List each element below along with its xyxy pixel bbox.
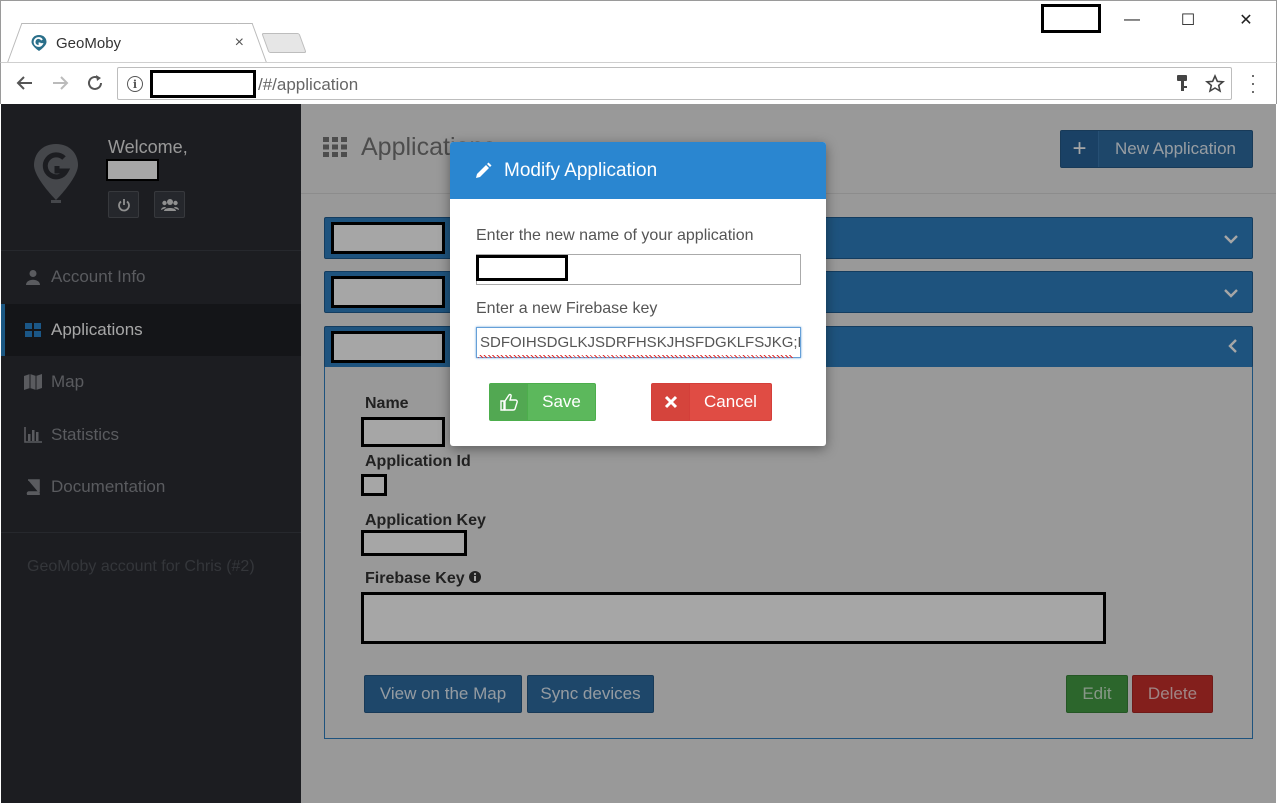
url-path: /#/application bbox=[258, 75, 359, 94]
browser-tab[interactable]: GeoMoby × bbox=[21, 23, 253, 63]
bookmark-star-icon[interactable] bbox=[1205, 74, 1225, 94]
pencil-icon bbox=[476, 162, 492, 178]
thumbs-up-icon bbox=[490, 384, 528, 420]
app-name-input-redaction bbox=[476, 255, 568, 281]
maximize-button[interactable]: ☐ bbox=[1168, 9, 1208, 31]
cancel-button[interactable]: Cancel bbox=[651, 383, 772, 421]
cancel-label: Cancel bbox=[704, 392, 757, 411]
save-button[interactable]: Save bbox=[489, 383, 596, 421]
spellcheck-underline bbox=[478, 355, 793, 358]
url-host-redaction bbox=[150, 70, 256, 98]
back-arrow-icon[interactable] bbox=[11, 69, 39, 97]
address-bar[interactable]: i /#/application bbox=[117, 67, 1232, 100]
reload-icon[interactable] bbox=[81, 69, 109, 97]
new-name-label: Enter the new name of your application bbox=[476, 227, 754, 244]
browser-toolbar: i /#/application · · · bbox=[0, 62, 1277, 104]
firebase-key-input-label: Enter a new Firebase key bbox=[476, 300, 658, 317]
browser-titlebar: GeoMoby × — ☐ ✕ bbox=[0, 0, 1277, 63]
modal-header: Modify Application bbox=[450, 142, 826, 199]
geomoby-favicon-icon bbox=[31, 35, 47, 51]
forward-arrow-icon[interactable] bbox=[46, 69, 74, 97]
close-window-button[interactable]: ✕ bbox=[1226, 9, 1266, 31]
minimize-button[interactable]: — bbox=[1112, 9, 1152, 31]
save-label: Save bbox=[542, 392, 581, 411]
tab-close-icon[interactable]: × bbox=[235, 34, 244, 52]
tab-title: GeoMoby bbox=[56, 34, 122, 52]
key-icon[interactable] bbox=[1175, 74, 1189, 94]
modal-title: Modify Application bbox=[504, 159, 658, 181]
site-info-icon[interactable]: i bbox=[127, 76, 143, 92]
new-tab-button[interactable] bbox=[261, 33, 307, 53]
close-x-icon bbox=[652, 384, 690, 420]
modify-application-modal: Modify Application Enter the new name of… bbox=[450, 142, 826, 446]
profile-redaction bbox=[1041, 4, 1101, 33]
browser-menu-icon[interactable]: · · · bbox=[1248, 66, 1258, 100]
firebase-key-input[interactable]: SDFOIHSDGLKJSDRFHSKJHSFDGKLFSJKG;KI bbox=[476, 327, 801, 358]
